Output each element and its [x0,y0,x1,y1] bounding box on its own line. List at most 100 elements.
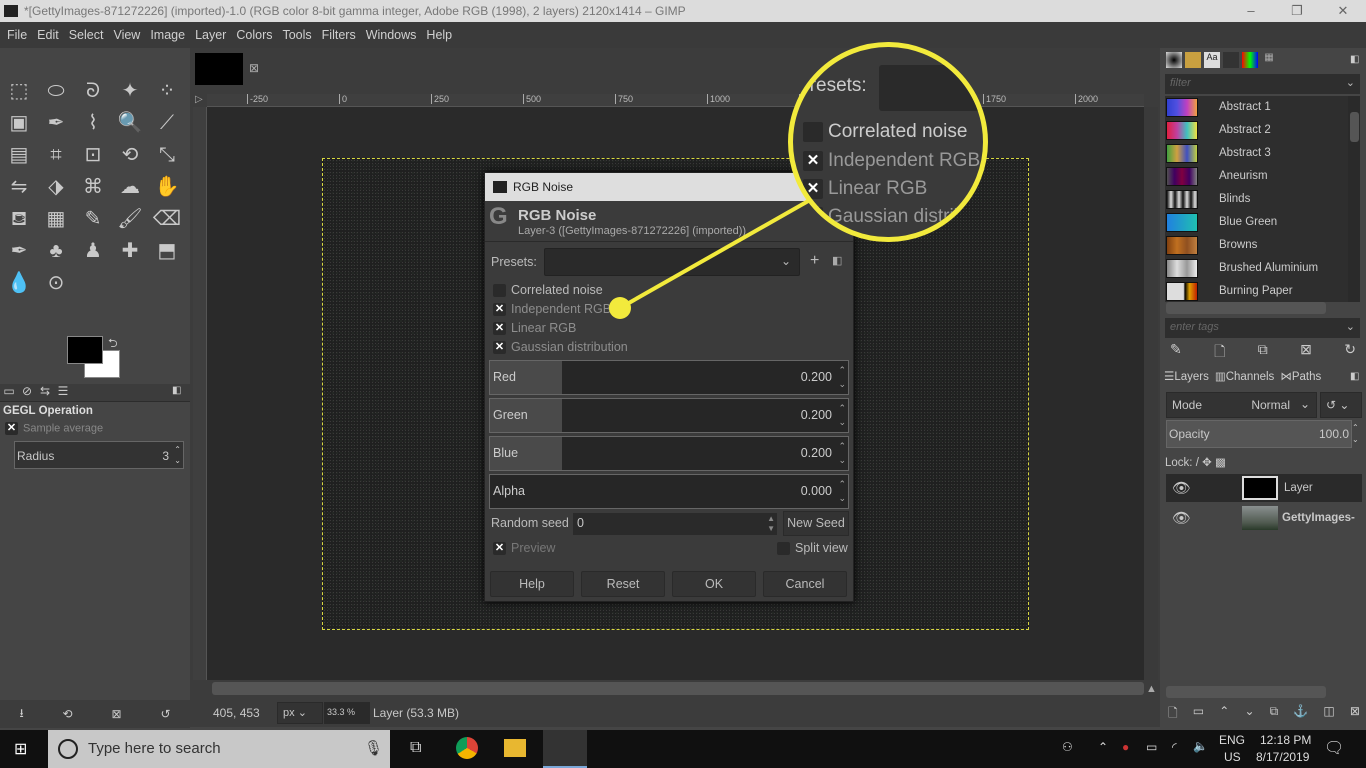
reset-button[interactable]: Reset [581,571,665,597]
tags-input[interactable]: enter tags ⌄ [1165,318,1360,338]
paths-tool-icon[interactable]: ✒ [41,108,71,138]
unified-transform-tool-icon[interactable]: ⊡ [78,140,108,170]
independent-rgb-checkbox[interactable]: ✕ Independent RGB [493,300,611,319]
menu-edit[interactable]: Edit [32,28,64,42]
rotate-tool-icon[interactable]: ⟲ [115,140,145,170]
layer-mode-dropdown[interactable]: Mode Normal ⌄ [1166,392,1317,418]
correlated-noise-checkbox[interactable]: Correlated noise [493,281,603,300]
spin-arrows-icon[interactable]: ⌃ ⌄ [838,401,846,429]
document-history-tab-icon[interactable] [1223,52,1239,68]
wifi-icon[interactable]: ◜ [1172,740,1177,754]
delete-gradient-icon[interactable]: ⊠ [1300,341,1312,365]
tab-paths[interactable]: ⋈Paths [1280,369,1321,387]
menu-filters[interactable]: Filters [317,28,361,42]
vertical-scrollbar[interactable] [1144,107,1158,680]
perspective-clone-tool-icon[interactable]: ⬒ [152,236,182,266]
tool-options-tab-icon[interactable]: ▭ [0,384,18,398]
brushes-tab-icon[interactable] [1166,52,1182,68]
delete-options-icon[interactable]: ⊠ [111,707,121,721]
ink-tool-icon[interactable]: ✒ [4,236,34,266]
new-layer-icon[interactable]: 🗋 [1168,704,1178,725]
menu-view[interactable]: View [108,28,145,42]
eye-visibility-icon[interactable]: 👁 [1172,509,1191,527]
foreground-color[interactable] [67,336,103,364]
menu-image[interactable]: Image [145,28,190,42]
green-slider[interactable]: Green 0.200 ⌃ ⌄ [489,398,849,433]
heal-tool-icon[interactable]: ✚ [115,236,145,266]
cage-tool-icon[interactable]: ⌘ [78,172,108,202]
spin-arrows-icon[interactable]: ▲ ▼ [767,514,775,534]
lock-alpha-icon[interactable]: ▩ [1215,457,1226,469]
lock-pixels-icon[interactable]: / [1196,457,1199,469]
spin-arrows-icon[interactable]: ⌃ ⌄ [838,439,846,467]
spin-arrows-icon[interactable]: ⌃ ⌄ [1352,422,1359,446]
blend-tool-icon[interactable]: ▦ [41,204,71,234]
images-tab-icon[interactable]: ☰ [54,384,72,398]
gradient-item[interactable]: Blue Green [1165,211,1348,234]
blur-tool-icon[interactable]: 💧 [4,268,34,298]
input-region[interactable]: US [1224,750,1241,764]
sample-average-checkbox[interactable]: ✕ Sample average [5,422,103,435]
zoom-tool-icon[interactable]: 🔍 [115,108,145,138]
gradient-filter-input[interactable]: filter ⌄ [1165,74,1360,94]
input-language[interactable]: ENG [1219,733,1245,747]
color-picker-tool-icon[interactable]: ⌇ [78,108,108,138]
raise-layer-icon[interactable]: ⌃ [1219,704,1229,725]
duplicate-layer-icon[interactable]: ⧉ [1270,704,1279,725]
action-center-icon[interactable]: 🗨 [1324,738,1344,758]
reset-options-icon[interactable]: ↺ [160,707,170,721]
zoom-selector[interactable]: 33.3 % [324,702,370,724]
people-icon[interactable]: ⚇ [1062,740,1073,754]
tab-layers[interactable]: ☰Layers [1164,369,1209,387]
maximize-button[interactable]: ❐ [1274,0,1320,22]
gradient-item[interactable]: Burning Paper [1165,280,1348,303]
by-color-select-tool-icon[interactable]: ⁘ [152,76,182,106]
lock-position-icon[interactable]: ✥ [1202,457,1212,469]
mypaint-tool-icon[interactable]: ♣ [41,236,71,266]
navigate-icon[interactable]: ▲ [1146,683,1157,695]
taskbar-search-box[interactable]: Type here to search 🎙 [48,730,390,768]
file-explorer-icon[interactable] [504,739,526,757]
image-tab-thumbnail[interactable] [195,53,243,85]
perspective-tool-icon[interactable]: ⬗ [41,172,71,202]
edit-gradient-icon[interactable]: ✎ [1170,341,1182,365]
bucket-fill-tool-icon[interactable]: ⛾ [4,204,34,234]
preview-checkbox[interactable]: ✕ Preview [493,539,555,558]
windows-start-icon[interactable]: ⊞ [14,739,27,759]
task-view-icon[interactable]: ⧉ [410,739,421,757]
foreground-select-tool-icon[interactable]: ▣ [4,108,34,138]
alpha-slider[interactable]: Alpha 0.000 ⌃ ⌄ [489,474,849,509]
preset-menu-icon[interactable]: ◧ [832,254,842,267]
undo-history-tab-icon[interactable]: ⇆ [36,384,54,398]
restore-options-icon[interactable]: ⟲ [63,707,73,721]
spin-arrows-icon[interactable]: ⌃ ⌄ [838,477,846,505]
handle-transform-tool-icon[interactable]: ✋ [152,172,182,202]
palettes-tab-icon[interactable]: ▦ [1261,52,1277,68]
unit-selector[interactable]: px ⌄ [277,702,323,724]
composite-mode-dropdown[interactable]: ↺ ⌄ [1320,392,1362,418]
gradient-list-scrollbar[interactable] [1348,96,1360,302]
clone-tool-icon[interactable]: ♟ [78,236,108,266]
chrome-icon[interactable] [456,737,478,759]
lower-layer-icon[interactable]: ⌄ [1244,704,1254,725]
anchor-layer-icon[interactable]: ⚓ [1293,704,1308,725]
scale-tool-icon[interactable]: ⤡ [152,140,182,170]
gradient-item[interactable]: Aneurism [1165,165,1348,188]
paintbrush-tool-icon[interactable]: 🖌 [115,204,145,234]
red-slider[interactable]: Red 0.200 ⌃ ⌄ [489,360,849,395]
show-hidden-icons[interactable]: ⌃ [1098,740,1108,754]
gimp-taskbar-icon[interactable] [543,730,587,768]
gradient-item[interactable]: Brushed Aluminium [1165,257,1348,280]
save-options-icon[interactable]: ⭳ [19,704,23,725]
patterns-tab-icon[interactable] [1185,52,1201,68]
menu-help[interactable]: Help [421,28,457,42]
ellipse-select-tool-icon[interactable]: ⬭ [41,76,71,106]
delete-layer-icon[interactable]: ⊠ [1350,704,1360,725]
ok-button[interactable]: OK [672,571,756,597]
fonts-tab-icon[interactable]: Aa [1204,52,1220,68]
gradient-item[interactable]: Abstract 1 [1165,96,1348,119]
device-status-tab-icon[interactable]: ⊘ [18,384,36,398]
refresh-gradients-icon[interactable]: ↻ [1344,341,1356,365]
new-seed-button[interactable]: New Seed [783,511,849,536]
pencil-tool-icon[interactable]: ✎ [78,204,108,234]
